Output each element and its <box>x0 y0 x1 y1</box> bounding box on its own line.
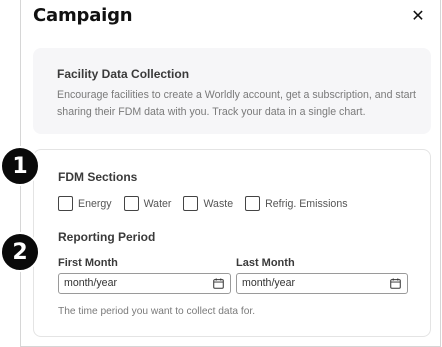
first-month-input[interactable]: month/year <box>58 273 231 294</box>
calendar-icon[interactable] <box>213 278 224 289</box>
checkbox-box[interactable] <box>58 196 73 211</box>
step-badge-1: 1 <box>0 146 40 186</box>
last-month-label: Last Month <box>236 257 295 269</box>
campaign-modal: Campaign ✕ Facility Data Collection Enco… <box>20 0 441 347</box>
fdm-sections-checkboxes: Energy Water Waste Refrig. Emissions <box>58 196 360 211</box>
checkbox-label: Water <box>143 197 172 210</box>
checkbox-label: Energy <box>78 197 112 210</box>
reporting-period-title: Reporting Period <box>58 230 156 244</box>
modal-title: Campaign <box>33 5 133 26</box>
form-card: FDM Sections Energy Water Waste Refrig. … <box>33 149 431 337</box>
checkbox-box[interactable] <box>183 196 199 211</box>
first-month-label: First Month <box>58 257 118 269</box>
checkbox-refrig-emissions[interactable]: Refrig. Emissions <box>245 196 348 211</box>
close-button[interactable]: ✕ <box>410 8 426 24</box>
checkbox-waste[interactable]: Waste <box>183 196 233 211</box>
last-month-input[interactable]: month/year <box>236 273 408 294</box>
checkbox-box[interactable] <box>245 196 261 211</box>
checkbox-label: Refrig. Emissions <box>265 197 348 210</box>
last-month-placeholder: month/year <box>242 277 295 289</box>
calendar-icon[interactable] <box>390 278 401 289</box>
checkbox-water[interactable]: Water <box>123 196 172 211</box>
info-title: Facility Data Collection <box>57 67 190 81</box>
step-badge-2: 2 <box>0 232 40 272</box>
checkbox-box[interactable] <box>123 196 139 211</box>
reporting-period-helper-text: The time period you want to collect data… <box>58 306 256 317</box>
checkbox-energy[interactable]: Energy <box>58 196 112 211</box>
info-card: Facility Data Collection Encourage facil… <box>33 48 431 134</box>
first-month-placeholder: month/year <box>64 277 117 289</box>
info-text: Encourage facilities to create a Worldly… <box>57 89 417 118</box>
checkbox-label: Waste <box>203 197 234 210</box>
fdm-sections-title: FDM Sections <box>58 170 138 184</box>
